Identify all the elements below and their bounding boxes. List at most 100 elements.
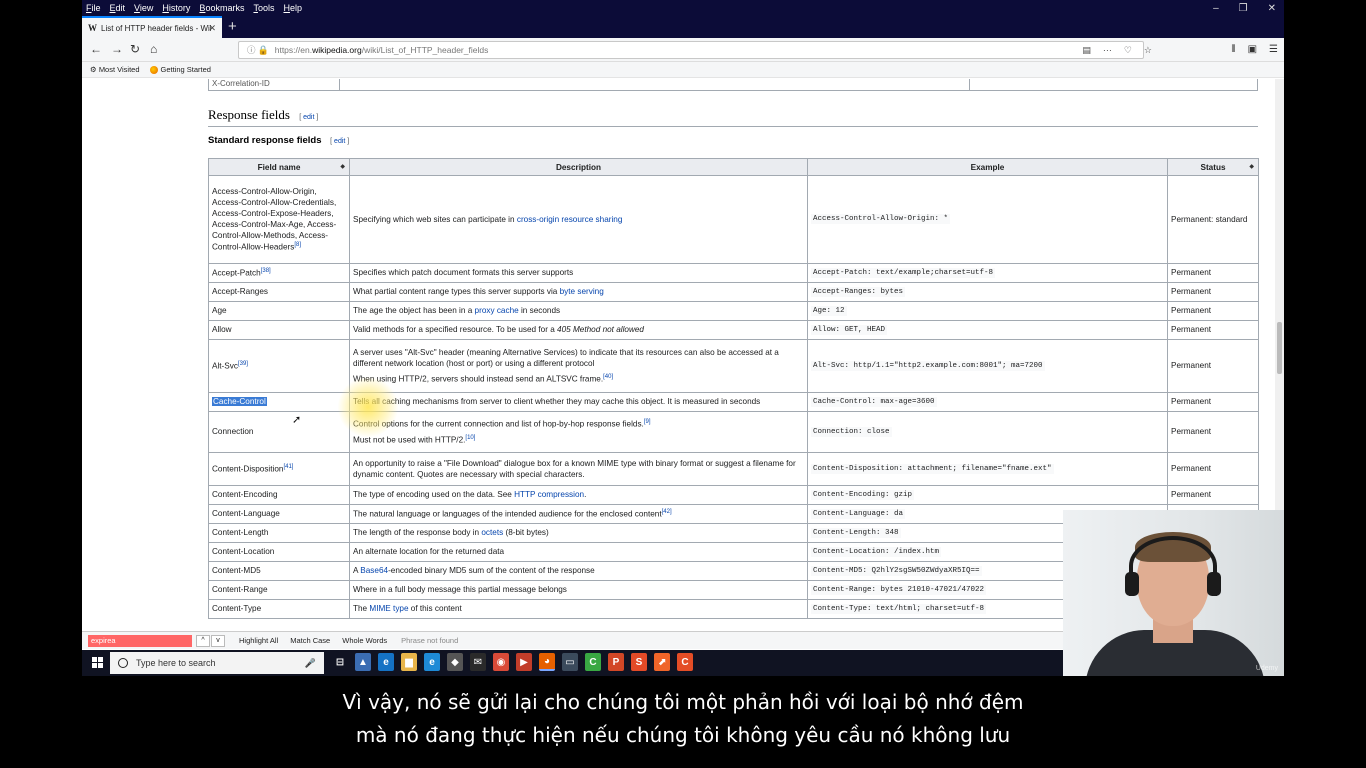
edit-subsection-link[interactable]: [ edit ] [330,138,349,145]
description-link[interactable]: Base64 [360,566,388,575]
bookmark-getting-started[interactable]: Getting Started [149,65,211,74]
task-view-icon[interactable]: ⊟ [332,653,348,671]
file-explorer-icon[interactable]: ▆ [401,653,417,671]
example-code: Allow: GET, HEAD [811,324,888,335]
whole-words-option[interactable]: Whole Words [342,636,387,645]
sort-icon[interactable]: ◆ [340,163,345,170]
forward-button[interactable]: → [111,42,123,56]
tab-http-header-fields[interactable]: W List of HTTP header fields - Wil ✕ [82,16,222,38]
restore-button[interactable]: ❐ [1239,3,1248,14]
find-input[interactable]: expirea [88,634,192,647]
column-header-field-name[interactable]: Field name ◆ [208,158,350,176]
match-case-option[interactable]: Match Case [290,636,330,645]
mail-icon[interactable]: ✉ [470,653,486,671]
sublime-icon[interactable]: S [631,653,647,671]
field-name: Content-Encoding [212,490,278,500]
bookmark-most-visited[interactable]: ⚙ Most Visited [90,65,140,74]
app-icon[interactable]: ▭ [562,653,578,671]
minimize-button[interactable]: – [1213,3,1219,14]
reference-link[interactable]: [8] [294,242,301,248]
description-text: . [584,490,587,500]
description-link[interactable]: proxy cache [475,306,519,315]
url-bar-actions: ▤ ··· ♡ ☆ [1082,45,1152,56]
reader-view-icon[interactable]: ▤ [1082,45,1091,56]
chrome-icon[interactable]: ◉ [493,653,509,671]
table-row: Accept-Ranges What partial content range … [208,282,1259,302]
scrollbar-thumb[interactable] [1277,322,1282,374]
cell-description: The MIME type of this content [349,599,808,619]
edit-section-link[interactable]: [ edit ] [299,114,318,121]
powerpoint-icon[interactable]: P [608,653,624,671]
app-icon[interactable]: ⬈ [654,653,670,671]
cell-field-name: Content-Location [208,542,350,562]
library-icon[interactable]: ⫴ [1231,44,1235,55]
menu-view[interactable]: View [134,3,153,13]
highlight-all-option[interactable]: Highlight All [239,636,278,645]
reference-link[interactable]: [10] [465,435,475,441]
home-button[interactable]: ⌂ [150,42,157,56]
tab-strip: W List of HTTP header fields - Wil ✕ + [82,16,1284,38]
description-text: An alternate location for the returned d… [353,547,505,557]
close-window-button[interactable]: ✕ [1268,3,1276,14]
example-code: Accept-Ranges: bytes [811,286,906,297]
close-tab-icon[interactable]: ✕ [208,23,216,34]
reference-link[interactable]: [38] [261,268,271,274]
cell-description: An alternate location for the returned d… [349,542,808,562]
description-link[interactable]: HTTP compression [514,490,584,499]
bookmark-star-icon[interactable]: ☆ [1144,45,1152,56]
cell-description: Specifies which patch document formats t… [349,263,808,283]
menu-file[interactable]: File [86,3,101,13]
column-header-status[interactable]: Status ◆ [1167,158,1259,176]
example-code: Age: 12 [811,305,847,316]
edge-icon[interactable]: e [378,653,394,671]
app-icon[interactable]: ▲ [355,653,371,671]
menu-bookmarks[interactable]: Bookmarks [199,3,244,13]
menu-history[interactable]: History [162,3,190,13]
description-link[interactable]: octets [481,528,503,537]
reference-link[interactable]: [9] [644,419,651,425]
reload-button[interactable]: ↻ [130,42,140,56]
description-link[interactable]: MIME type [369,604,408,613]
cell-divider [339,79,340,91]
back-button[interactable]: ← [90,42,102,56]
windows-start-icon[interactable] [92,657,103,668]
media-player-icon[interactable]: ▶ [516,653,532,671]
new-tab-button[interactable]: + [228,18,237,35]
find-next-button[interactable]: v [211,634,225,647]
pocket-icon[interactable]: ♡ [1124,45,1132,56]
taskbar-search[interactable]: Type here to search 🎤 [110,652,324,674]
webcam-overlay: Udemy [1063,510,1284,676]
find-previous-button[interactable]: ^ [196,634,210,647]
menu-edit[interactable]: Edit [110,3,126,13]
reference-link[interactable]: [40] [603,374,613,380]
app-icon[interactable]: ◆ [447,653,463,671]
hamburger-menu-icon[interactable]: ☰ [1269,44,1278,55]
page-actions-icon[interactable]: ··· [1103,45,1112,56]
description-text: An opportunity to raise a "File Download… [353,458,796,479]
field-name: Allow [212,325,232,335]
url-bar[interactable]: ⓘ 🔒 https://en. wikipedia.org/wiki/List_o… [238,41,1144,59]
reference-link[interactable]: [39] [238,361,248,367]
info-icon[interactable]: ⓘ [247,44,256,56]
description-link[interactable]: cross-origin resource sharing [517,215,623,224]
sort-icon[interactable]: ◆ [1249,163,1254,170]
cell-example: Connection: close [807,411,1168,453]
camtasia-recorder-icon[interactable]: C [677,653,693,671]
microphone-icon[interactable]: 🎤 [305,658,316,669]
status-text: Permanent [1171,490,1212,500]
reference-link[interactable]: [41] [283,464,293,470]
cell-field-name: Content-MD5 [208,561,350,581]
menu-help[interactable]: Help [283,3,302,13]
description-link[interactable]: byte serving [560,287,604,296]
camtasia-icon[interactable]: C [585,653,601,671]
cell-status: Permanent [1167,392,1259,412]
sidebar-icon[interactable]: ▣ [1248,44,1257,55]
cell-status: Permanent [1167,339,1259,393]
reference-link[interactable]: [42] [662,509,672,515]
menu-tools[interactable]: Tools [253,3,274,13]
firefox-icon[interactable]: ◕ [539,653,555,671]
ie-icon[interactable]: e [424,653,440,671]
mouse-pointer-icon: ➚ [292,414,302,426]
subtitles: Vì vậy, nó sẽ gửi lại cho chúng tôi một … [0,686,1366,752]
cell-description: The type of encoding used on the data. S… [349,485,808,505]
